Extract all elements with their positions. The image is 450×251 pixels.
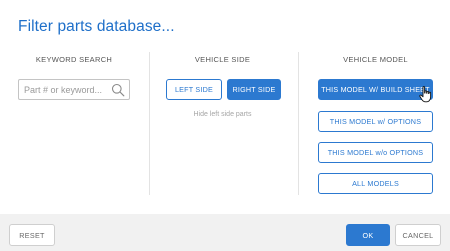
- dialog-footer: RESET OK CANCEL: [0, 214, 450, 251]
- vehicle-side-heading: VEHICLE SIDE: [194, 55, 251, 64]
- cancel-button[interactable]: CANCEL: [395, 224, 441, 246]
- model-option-without-options-button[interactable]: THIS MODEL w/o OPTIONS: [318, 142, 433, 163]
- search-icon[interactable]: [111, 83, 125, 97]
- keyword-search-field[interactable]: [18, 79, 130, 100]
- keyword-search-heading: KEYWORD SEARCH: [35, 55, 113, 64]
- side-hint-text: Hide left side parts: [193, 111, 252, 118]
- dialog-title: Filter parts database...: [18, 18, 175, 35]
- vehicle-model-heading: VEHICLE MODEL: [343, 55, 408, 64]
- hand-cursor-icon: [419, 86, 432, 103]
- model-option-with-options-button[interactable]: THIS MODEL w/ OPTIONS: [318, 111, 433, 132]
- ok-button[interactable]: OK: [346, 224, 390, 246]
- column-divider: [149, 52, 150, 195]
- left-side-button[interactable]: LEFT SIDE: [166, 79, 222, 100]
- reset-button[interactable]: RESET: [9, 224, 55, 246]
- keyword-search-input[interactable]: [19, 84, 112, 95]
- model-option-all-models-button[interactable]: ALL MODELS: [318, 173, 433, 194]
- model-option-build-sheet-button[interactable]: THIS MODEL W/ BUILD SHEET: [318, 79, 433, 100]
- column-divider: [298, 52, 299, 195]
- right-side-button[interactable]: RIGHT SIDE: [227, 79, 281, 100]
